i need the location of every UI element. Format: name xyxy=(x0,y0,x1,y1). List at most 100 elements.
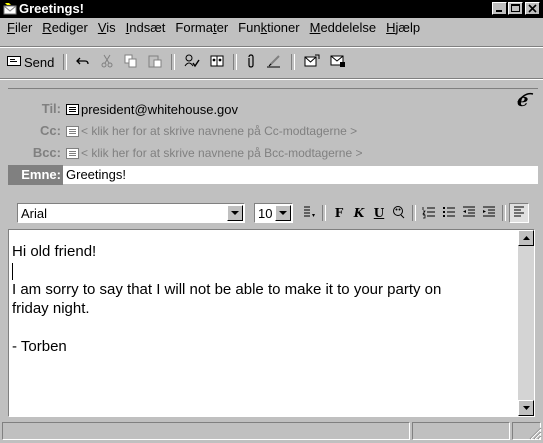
chevron-down-icon[interactable] xyxy=(275,205,291,221)
chevron-down-icon[interactable] xyxy=(227,205,243,221)
bullet-list-icon xyxy=(442,205,456,222)
undo-button[interactable] xyxy=(71,51,95,73)
resize-grip-icon[interactable] xyxy=(528,426,542,440)
cc-row: Cc: < klik her for at skrive navnene på … xyxy=(8,121,538,141)
status-panel-secondary xyxy=(412,422,510,440)
bold-button[interactable]: F xyxy=(329,203,349,223)
subject-field[interactable]: Greetings! xyxy=(63,166,538,184)
signature-icon xyxy=(266,54,282,71)
status-panel-main xyxy=(2,422,410,440)
message-line: Hi old friend! xyxy=(12,243,97,260)
menu-filer[interactable]: Filer xyxy=(0,19,37,37)
undo-icon xyxy=(76,55,90,70)
underline-button[interactable]: U xyxy=(369,203,389,223)
font-size-value: 10 xyxy=(258,205,273,221)
address-book-icon[interactable] xyxy=(66,103,79,115)
italic-label: K xyxy=(353,206,365,220)
paste-icon xyxy=(148,54,162,71)
numbered-list-icon xyxy=(422,205,436,222)
menu-rediger[interactable]: Rediger xyxy=(37,19,93,37)
menu-vis[interactable]: Vis xyxy=(93,19,121,37)
bold-label: F xyxy=(334,206,344,220)
scroll-down-button[interactable] xyxy=(518,400,534,416)
formatting-bar: Arial 10 F K U xyxy=(0,199,543,227)
cc-label[interactable]: Cc: xyxy=(8,121,63,141)
menu-formater[interactable]: Formater xyxy=(170,19,233,37)
encrypt-button[interactable] xyxy=(325,51,351,73)
title-bar[interactable]: Greetings! xyxy=(0,0,543,18)
menu-meddelelse[interactable]: Meddelelse xyxy=(305,19,382,37)
menu-indsaet[interactable]: Indsæt xyxy=(121,19,171,37)
align-left-icon xyxy=(513,206,525,221)
underline-label: U xyxy=(373,206,385,220)
maximize-button[interactable] xyxy=(508,2,523,15)
encrypt-icon xyxy=(330,54,346,71)
paragraph-style-button[interactable] xyxy=(299,203,319,223)
message-line: - Torben xyxy=(12,338,67,355)
status-bar xyxy=(0,421,543,441)
to-value: president@whitehouse.gov xyxy=(81,101,239,117)
increase-indent-icon xyxy=(482,205,496,222)
window-title: Greetings! xyxy=(19,1,85,16)
bcc-label[interactable]: Bcc: xyxy=(8,143,63,163)
message-body[interactable]: Hi old friend! I am sorry to say that I … xyxy=(8,229,535,417)
font-color-icon xyxy=(392,205,406,222)
insert-file-button[interactable] xyxy=(299,51,325,73)
send-button[interactable]: Send xyxy=(2,51,59,73)
address-book-icon[interactable] xyxy=(66,125,79,137)
subject-row: Emne: Greetings! xyxy=(8,165,538,185)
to-row: Til: president@whitehouse.gov xyxy=(8,99,538,119)
font-value: Arial xyxy=(21,205,48,221)
message-line: friday night. xyxy=(12,300,90,317)
bcc-field[interactable]: < klik her for at skrive navnene på Bcc-… xyxy=(63,143,362,163)
check-names-icon xyxy=(184,54,200,71)
increase-indent-button[interactable] xyxy=(479,203,499,223)
font-size-select[interactable]: 10 xyxy=(254,203,293,223)
subject-label: Emne: xyxy=(8,165,63,185)
attach-button[interactable] xyxy=(241,51,261,73)
send-icon xyxy=(7,55,21,70)
insert-file-icon xyxy=(304,54,320,71)
check-names-button[interactable] xyxy=(179,51,205,73)
cut-button[interactable] xyxy=(95,51,119,73)
decrease-indent-icon xyxy=(462,205,476,222)
address-book-icon[interactable] xyxy=(66,147,79,159)
menu-funktioner[interactable]: Funktioner xyxy=(233,19,304,37)
decrease-indent-button[interactable] xyxy=(459,203,479,223)
envelope-icon xyxy=(3,2,17,16)
bcc-row: Bcc: < klik her for at skrive navnene på… xyxy=(8,143,538,163)
cc-field[interactable]: < klik her for at skrive navnene på Cc-m… xyxy=(63,121,357,141)
font-color-button[interactable] xyxy=(389,203,409,223)
align-left-button[interactable] xyxy=(509,203,529,223)
copy-icon xyxy=(124,54,138,71)
bcc-hint: < klik her for at skrive navnene på Bcc-… xyxy=(81,146,363,160)
scroll-up-button[interactable] xyxy=(518,230,534,246)
attach-icon xyxy=(246,53,256,71)
header-fields: e Til: president@whitehouse.gov Cc: < kl… xyxy=(8,88,538,194)
to-field[interactable]: president@whitehouse.gov xyxy=(63,99,238,119)
vertical-scrollbar[interactable] xyxy=(518,230,534,416)
paragraph-style-icon xyxy=(302,205,316,222)
font-select[interactable]: Arial xyxy=(17,203,245,223)
send-label: Send xyxy=(24,54,55,70)
signature-button[interactable] xyxy=(261,51,287,73)
compose-window: Greetings! Filer Rediger Vis Indsæt Form… xyxy=(0,0,543,441)
minimize-button[interactable] xyxy=(492,2,507,15)
copy-button[interactable] xyxy=(119,51,143,73)
bullet-list-button[interactable] xyxy=(439,203,459,223)
message-line xyxy=(12,318,512,337)
text-caret xyxy=(12,262,13,280)
cc-hint: < klik her for at skrive navnene på Cc-m… xyxy=(81,124,358,138)
menu-hjaelp[interactable]: Hjælp xyxy=(381,19,425,37)
cut-icon xyxy=(100,54,114,71)
menu-bar: Filer Rediger Vis Indsæt Formater Funkti… xyxy=(0,18,543,38)
toolbar: Send xyxy=(2,50,351,74)
message-line-caret xyxy=(12,261,512,280)
to-label[interactable]: Til: xyxy=(8,99,63,119)
italic-button[interactable]: K xyxy=(349,203,369,223)
message-text: Hi old friend! I am sorry to say that I … xyxy=(12,242,512,356)
close-button[interactable] xyxy=(525,2,540,15)
paste-button[interactable] xyxy=(143,51,167,73)
numbered-list-button[interactable] xyxy=(419,203,439,223)
address-book-button[interactable] xyxy=(205,51,229,73)
